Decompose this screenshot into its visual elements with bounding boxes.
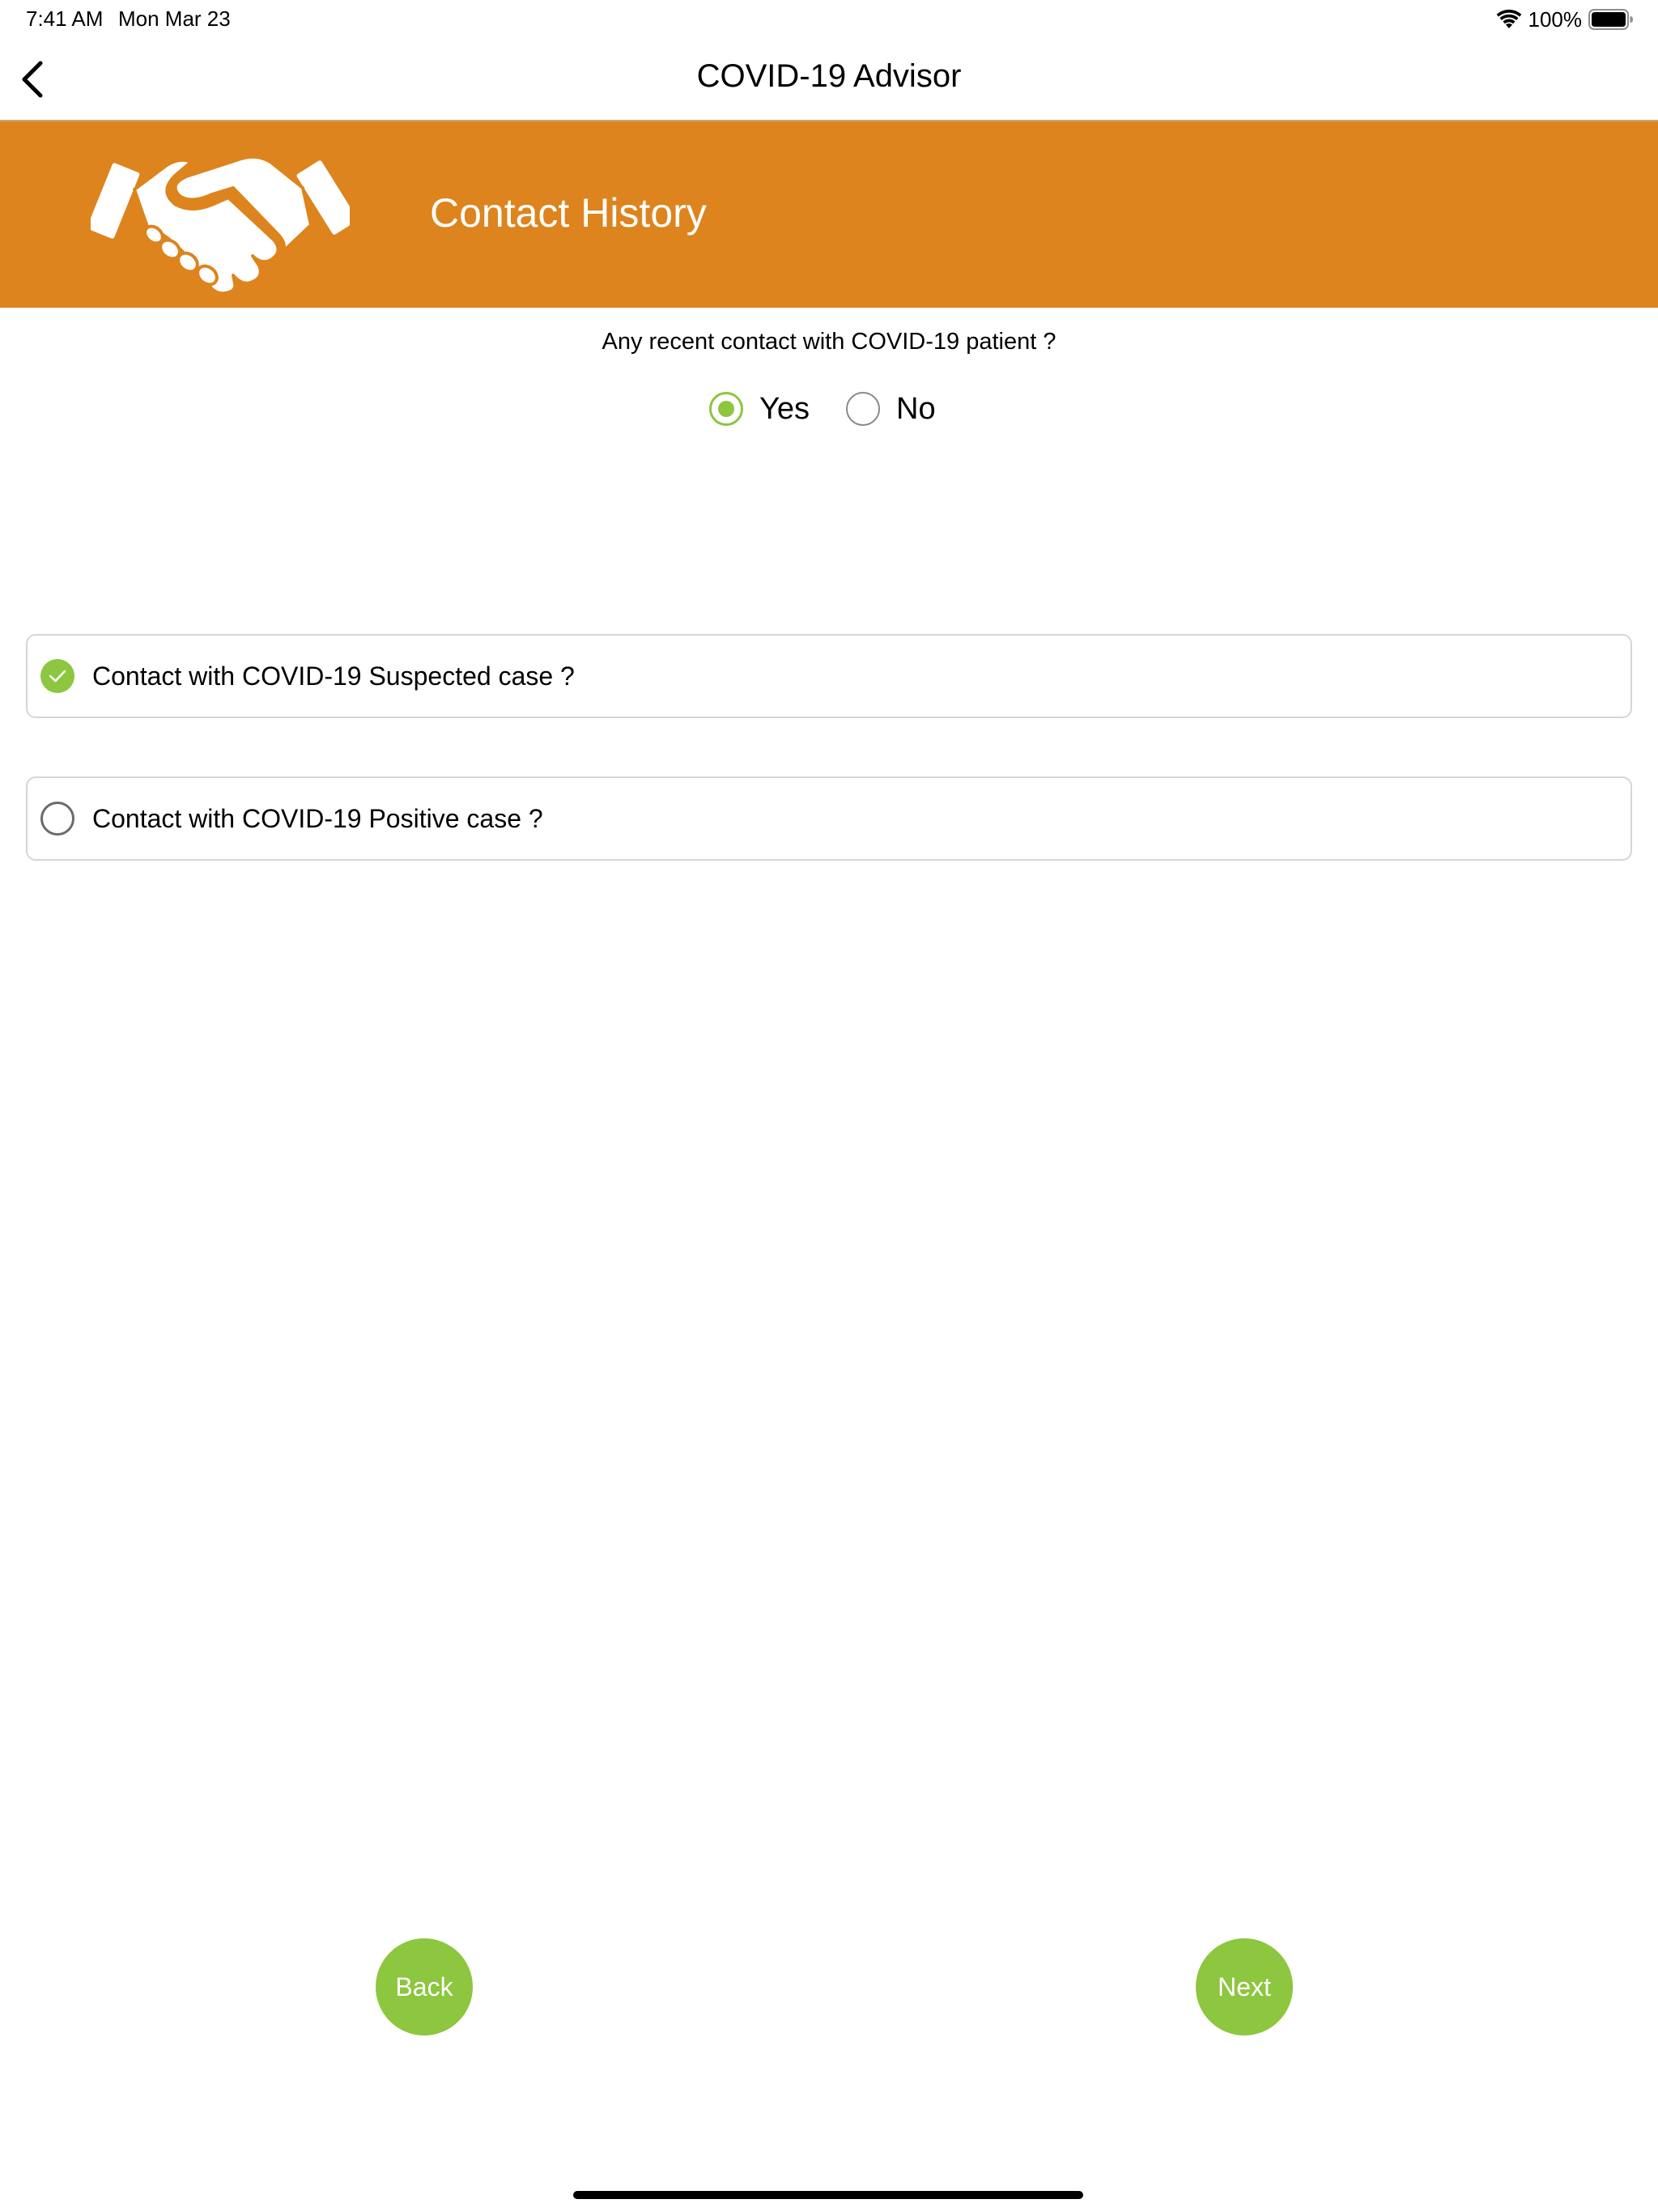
next-button[interactable]: Next <box>1196 1938 1293 2035</box>
battery-percent: 100% <box>1528 6 1583 32</box>
status-time: 7:41 AM <box>26 6 104 31</box>
radio-no-label: No <box>896 391 936 426</box>
radio-no[interactable]: No <box>846 389 936 429</box>
radio-yes[interactable]: Yes <box>709 389 810 429</box>
home-indicator[interactable] <box>573 2191 1083 2199</box>
battery-icon <box>1588 9 1633 30</box>
screen: 7:41 AM Mon Mar 23 100% COVID-19 Advisor <box>0 0 1658 2212</box>
suspected-case-option[interactable]: Contact with COVID-19 Suspected case ? <box>26 634 1632 718</box>
positive-case-option[interactable]: Contact with COVID-19 Positive case ? <box>26 776 1632 861</box>
suspected-case-label: Contact with COVID-19 Suspected case ? <box>92 661 575 691</box>
status-date: Mon Mar 23 <box>118 6 231 31</box>
positive-case-label: Contact with COVID-19 Positive case ? <box>92 803 543 833</box>
question-text: Any recent contact with COVID-19 patient… <box>602 329 1056 355</box>
wifi-icon <box>1496 9 1521 28</box>
section-banner: Contact History <box>0 120 1658 308</box>
banner-title: Contact History <box>430 190 707 236</box>
contact-radio-group: Yes No <box>0 389 1658 429</box>
radio-yes-label: Yes <box>759 391 810 426</box>
navigation-bar: COVID-19 Advisor <box>0 39 1658 120</box>
checkmark-icon <box>40 659 74 693</box>
radio-selected-icon <box>709 392 743 426</box>
empty-circle-icon <box>40 802 74 836</box>
status-indicators: 100% <box>1496 6 1635 32</box>
page-title: COVID-19 Advisor <box>696 58 962 94</box>
handshake-icon <box>91 155 350 296</box>
back-button[interactable]: Back <box>376 1938 473 2035</box>
radio-unselected-icon <box>846 392 880 426</box>
status-bar: 7:41 AM Mon Mar 23 100% <box>0 0 1658 39</box>
